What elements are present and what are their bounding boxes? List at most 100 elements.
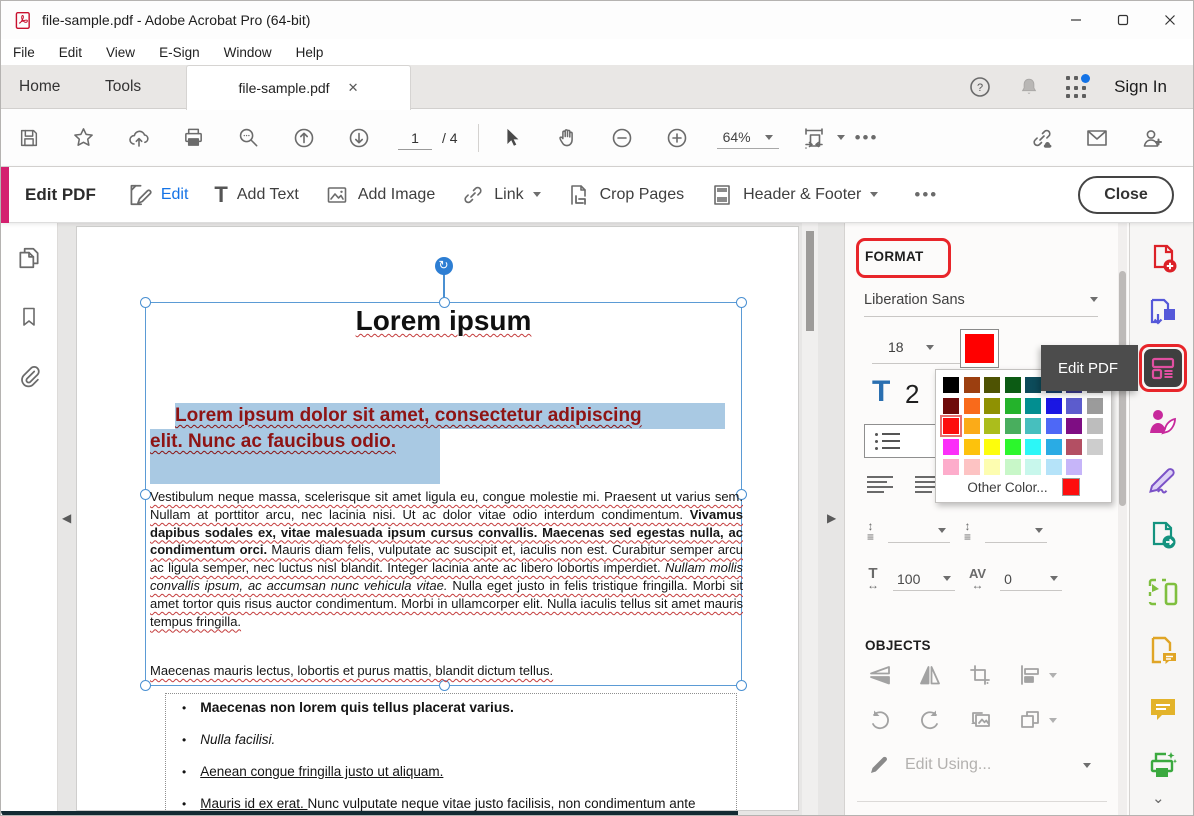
- color-swatch[interactable]: [1005, 377, 1021, 393]
- color-swatch[interactable]: [984, 377, 1000, 393]
- color-swatch[interactable]: [984, 398, 1000, 414]
- share-link-button[interactable]: [1014, 126, 1069, 150]
- tab-document[interactable]: file-sample.pdf ✕: [186, 65, 411, 110]
- color-swatch[interactable]: [1025, 418, 1041, 434]
- previous-page-button[interactable]: [276, 126, 331, 150]
- crop-object-button[interactable]: [967, 663, 993, 687]
- document-scrollbar[interactable]: [802, 223, 818, 816]
- rotate-clockwise-button[interactable]: [917, 708, 943, 732]
- edit-button[interactable]: Edit: [126, 182, 189, 208]
- resize-handle[interactable]: [736, 680, 747, 691]
- comments-icon[interactable]: [1143, 689, 1183, 729]
- attachments-paperclip-icon[interactable]: [16, 363, 42, 389]
- menu-file[interactable]: File: [13, 45, 35, 60]
- zoom-out-button[interactable]: [595, 126, 650, 150]
- color-swatch[interactable]: [1025, 459, 1041, 475]
- email-button[interactable]: [1069, 126, 1124, 150]
- select-tool-button[interactable]: [485, 127, 540, 149]
- menu-edit[interactable]: Edit: [59, 45, 82, 60]
- color-swatch[interactable]: [1025, 439, 1041, 455]
- color-swatch[interactable]: [1087, 439, 1103, 455]
- flip-vertical-button[interactable]: [867, 663, 893, 687]
- line-spacing-dropdown[interactable]: [888, 519, 950, 543]
- user-account-icon[interactable]: [1124, 126, 1179, 150]
- menu-help[interactable]: Help: [296, 45, 324, 60]
- add-text-button[interactable]: T Add Text: [214, 185, 298, 205]
- color-swatch[interactable]: [1005, 398, 1021, 414]
- crop-pages-button[interactable]: Crop Pages: [567, 183, 685, 207]
- bookmarks-icon[interactable]: [17, 305, 41, 329]
- create-pdf-icon[interactable]: [1143, 239, 1183, 279]
- selected-text-line[interactable]: Lorem ipsum dolor sit amet, consectetur …: [175, 403, 725, 429]
- resize-handle[interactable]: [439, 680, 450, 691]
- panel-scrollbar[interactable]: [1118, 223, 1127, 816]
- color-swatch[interactable]: [1066, 398, 1082, 414]
- color-swatch[interactable]: [1087, 398, 1103, 414]
- color-swatch[interactable]: [1087, 418, 1103, 434]
- scrollbar-thumb[interactable]: [806, 231, 814, 331]
- color-swatch[interactable]: [984, 418, 1000, 434]
- align-objects-dropdown[interactable]: [1017, 663, 1057, 687]
- apps-grid-icon[interactable]: [1066, 76, 1088, 98]
- paragraph-2[interactable]: Maecenas mauris lectus, lobortis et puru…: [150, 663, 553, 678]
- horizontal-scale-dropdown[interactable]: 100: [893, 567, 955, 591]
- color-swatch[interactable]: [1046, 459, 1062, 475]
- other-color-button[interactable]: Other Color...: [967, 480, 1047, 495]
- color-swatch[interactable]: [964, 377, 980, 393]
- character-spacing-dropdown[interactable]: 0: [1000, 567, 1062, 591]
- help-icon[interactable]: ?: [968, 75, 992, 99]
- pdf-page[interactable]: ↻ Lorem ipsum Lorem ipsum dolor sit amet…: [76, 226, 799, 811]
- link-button[interactable]: Link: [461, 183, 540, 207]
- zoom-in-button[interactable]: [650, 126, 705, 150]
- paragraph-spacing-dropdown[interactable]: [985, 519, 1047, 543]
- chevron-down-icon[interactable]: [837, 135, 845, 140]
- fit-width-button[interactable]: [791, 126, 837, 150]
- zoom-level-dropdown[interactable]: 64%: [717, 126, 779, 149]
- page-thumbnails-icon[interactable]: [16, 245, 42, 271]
- color-swatch[interactable]: [1005, 418, 1021, 434]
- font-color-swatch[interactable]: [960, 329, 999, 368]
- minimize-button[interactable]: [1052, 1, 1099, 39]
- color-swatch[interactable]: [964, 439, 980, 455]
- color-swatch[interactable]: [943, 398, 959, 414]
- flip-horizontal-button[interactable]: [917, 663, 943, 687]
- sign-in-button[interactable]: Sign In: [1114, 77, 1167, 97]
- header-footer-button[interactable]: Header & Footer: [710, 183, 878, 207]
- send-document-icon[interactable]: [1143, 516, 1183, 556]
- color-swatch[interactable]: [1025, 377, 1041, 393]
- align-left-button[interactable]: [867, 476, 893, 496]
- color-swatch[interactable]: [984, 459, 1000, 475]
- edit-using-dropdown[interactable]: Edit Using...: [867, 753, 991, 777]
- fill-and-sign-icon[interactable]: [1143, 459, 1183, 499]
- close-window-button[interactable]: [1146, 1, 1193, 39]
- paragraph-1[interactable]: Vestibulum neque massa, scelerisque sit …: [150, 488, 743, 630]
- tab-close-icon[interactable]: ✕: [348, 80, 359, 96]
- replace-image-button[interactable]: [967, 708, 993, 732]
- request-signatures-icon[interactable]: [1143, 402, 1183, 442]
- color-swatch[interactable]: [1066, 459, 1082, 475]
- color-swatch[interactable]: [1087, 459, 1103, 475]
- color-swatch[interactable]: [1046, 398, 1062, 414]
- tab-tools[interactable]: Tools: [105, 65, 141, 109]
- export-pdf-icon[interactable]: [1143, 293, 1183, 333]
- close-edit-pdf-button[interactable]: Close: [1078, 176, 1174, 214]
- color-swatch[interactable]: [1066, 418, 1082, 434]
- document-feedback-icon[interactable]: [1143, 631, 1183, 671]
- arrange-objects-dropdown[interactable]: [1017, 708, 1057, 732]
- color-swatch[interactable]: [1066, 439, 1082, 455]
- hand-tool-button[interactable]: [540, 126, 595, 149]
- color-swatch[interactable]: [943, 418, 959, 434]
- selected-text-line[interactable]: elit. Nunc ac faucibus odio.: [150, 429, 440, 455]
- color-swatch[interactable]: [964, 418, 980, 434]
- rotate-handle[interactable]: ↻: [435, 257, 453, 275]
- color-swatch[interactable]: [1005, 459, 1021, 475]
- color-swatch[interactable]: [1046, 418, 1062, 434]
- save-button[interactable]: [1, 127, 56, 149]
- tab-home[interactable]: Home: [19, 65, 60, 109]
- page-number-input[interactable]: 1: [398, 126, 432, 150]
- menu-window[interactable]: Window: [224, 45, 272, 60]
- document-heading[interactable]: Lorem ipsum: [145, 305, 742, 337]
- collapse-sidebar-arrow[interactable]: ◀: [62, 511, 71, 525]
- text-style-icon[interactable]: T: [872, 375, 890, 409]
- cloud-upload-button[interactable]: [111, 126, 166, 150]
